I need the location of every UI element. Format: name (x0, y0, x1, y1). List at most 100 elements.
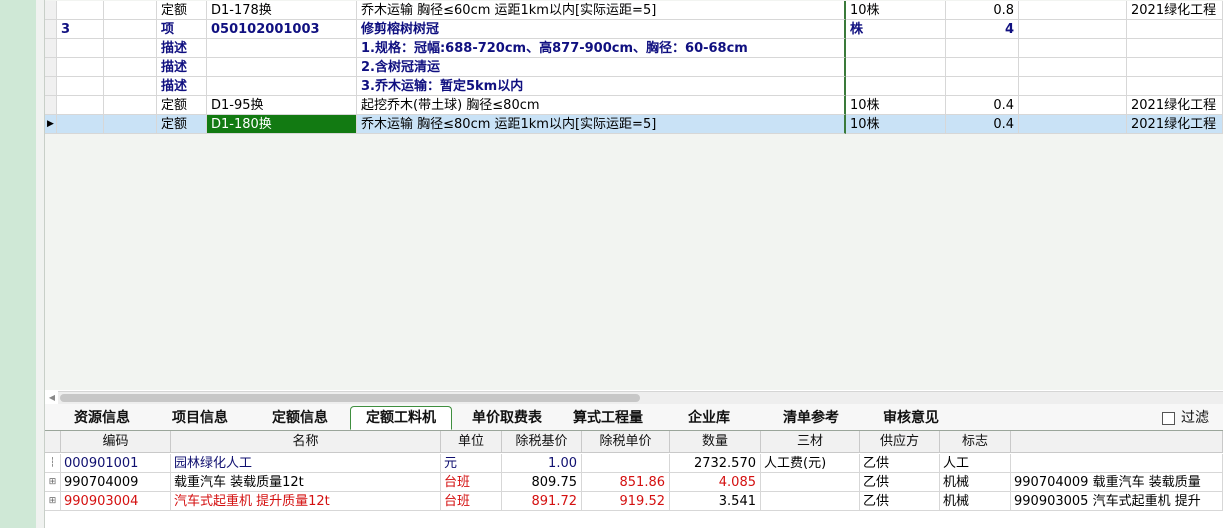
cell-serial[interactable] (57, 39, 104, 58)
cell-serial[interactable] (57, 77, 104, 96)
cell-qty[interactable]: 0.8 (946, 1, 1019, 20)
tab-quota-info[interactable]: 定额信息 (257, 407, 343, 429)
cell-blank[interactable] (1019, 58, 1127, 77)
cell-blank[interactable] (104, 20, 157, 39)
cell-sancai[interactable] (761, 473, 860, 492)
cell-code[interactable] (207, 39, 357, 58)
cell-blank[interactable] (1019, 77, 1127, 96)
cell-blank[interactable] (104, 58, 157, 77)
header-base-price[interactable]: 除税基价 (502, 431, 582, 453)
cell-name[interactable]: 乔木运输 胸径≤60cm 运距1km以内[实际运距=5] (357, 1, 846, 20)
cell-unit[interactable] (846, 39, 946, 58)
cell-name[interactable]: 乔木运输 胸径≤80cm 运距1km以内[实际运距=5] (357, 115, 846, 134)
cell-library[interactable]: 2021绿化工程 (1127, 115, 1223, 134)
cell-unit-price[interactable]: 851.86 (582, 473, 670, 492)
tab-quota-materials[interactable]: 定额工料机 (350, 406, 452, 430)
cell-type[interactable]: 项 (157, 20, 207, 39)
arrow-left-icon[interactable]: ◀ (46, 392, 58, 404)
cell-blank[interactable] (1019, 39, 1127, 58)
cell-unit[interactable]: 元 (441, 454, 502, 473)
cell-code[interactable]: 000901001 (61, 454, 171, 473)
cell-blank[interactable] (1019, 1, 1127, 20)
scrollbar-thumb[interactable] (60, 394, 640, 402)
cell-quantity[interactable]: 3.541 (670, 492, 761, 511)
cell-supplier[interactable]: 乙供 (860, 492, 940, 511)
plus-box-icon[interactable]: ⊞ (45, 473, 61, 492)
cell-name[interactable]: 载重汽车 装载质量12t (171, 473, 441, 492)
cell-name[interactable]: 1.规格：冠幅:688-720cm、高877-900cm、胸径：60-68cm (357, 39, 846, 58)
cell-base-price[interactable]: 1.00 (502, 454, 582, 473)
row-indicator[interactable] (45, 39, 57, 58)
cell-flag[interactable]: 人工 (940, 454, 1011, 473)
cell-code-active[interactable]: D1-180换 (207, 115, 357, 134)
cell-unit[interactable] (846, 77, 946, 96)
cell-unit[interactable]: 台班 (441, 473, 502, 492)
cell-code[interactable]: D1-178换 (207, 1, 357, 20)
cell-type[interactable]: 描述 (157, 58, 207, 77)
tab-resource-info[interactable]: 资源信息 (59, 407, 145, 429)
cell-unit-price[interactable]: 919.52 (582, 492, 670, 511)
cell-code[interactable] (207, 77, 357, 96)
triangle-right-icon[interactable]: ▶ (45, 115, 57, 134)
cell-unit-price[interactable] (582, 454, 670, 473)
tab-project-info[interactable]: 项目信息 (157, 407, 243, 429)
cell-code[interactable]: 050102001003 (207, 20, 357, 39)
cell-blank[interactable] (1019, 96, 1127, 115)
cell-flag[interactable]: 机械 (940, 473, 1011, 492)
row-indicator[interactable] (45, 77, 57, 96)
cell-library[interactable] (1127, 77, 1223, 96)
header-quantity[interactable]: 数量 (670, 431, 761, 453)
cell-type[interactable]: 定额 (157, 96, 207, 115)
cell-unit[interactable]: 台班 (441, 492, 502, 511)
row-indicator[interactable] (45, 96, 57, 115)
cell-name[interactable]: 3.乔木运输：暂定5km以内 (357, 77, 846, 96)
plus-box-icon[interactable]: ⊞ (45, 492, 61, 511)
checkbox-icon[interactable] (1162, 411, 1175, 425)
horizontal-scrollbar[interactable]: ◀ (49, 391, 1223, 404)
tab-list-reference[interactable]: 清单参考 (770, 407, 852, 429)
cell-extra[interactable]: 990903005 汽车式起重机 提升 (1011, 492, 1223, 511)
cell-blank[interactable] (104, 1, 157, 20)
header-name[interactable]: 名称 (171, 431, 441, 453)
cell-unit[interactable]: 10株 (846, 1, 946, 20)
cell-type[interactable]: 描述 (157, 77, 207, 96)
tab-unit-price-fee[interactable]: 单价取费表 (459, 407, 555, 429)
cell-unit[interactable]: 株 (846, 20, 946, 39)
row-indicator[interactable] (45, 58, 57, 77)
cell-code[interactable] (207, 58, 357, 77)
cell-extra[interactable]: 990704009 载重汽车 装载质量 (1011, 473, 1223, 492)
cell-serial[interactable] (57, 58, 104, 77)
cell-code[interactable]: 990704009 (61, 473, 171, 492)
cell-qty[interactable] (946, 58, 1019, 77)
cell-unit[interactable] (846, 58, 946, 77)
cell-blank[interactable] (104, 39, 157, 58)
tab-enterprise-library[interactable]: 企业库 (675, 407, 743, 429)
cell-unit[interactable]: 10株 (846, 115, 946, 134)
row-indicator[interactable] (45, 20, 57, 39)
cell-type[interactable]: 定额 (157, 115, 207, 134)
tab-review-comments[interactable]: 审核意见 (870, 407, 952, 429)
cell-library[interactable] (1127, 58, 1223, 77)
cell-unit[interactable]: 10株 (846, 96, 946, 115)
header-extra[interactable] (1011, 431, 1223, 453)
cell-base-price[interactable]: 809.75 (502, 473, 582, 492)
splitter[interactable] (36, 0, 45, 528)
tab-formula-quantity[interactable]: 算式工程量 (563, 407, 653, 429)
cell-flag[interactable]: 机械 (940, 492, 1011, 511)
row-indicator[interactable] (45, 1, 57, 20)
filter-checkbox[interactable]: 过滤 (1162, 407, 1209, 429)
cell-blank[interactable] (104, 115, 157, 134)
cell-supplier[interactable]: 乙供 (860, 473, 940, 492)
cell-code[interactable]: 990903004 (61, 492, 171, 511)
cell-library[interactable] (1127, 39, 1223, 58)
cell-quantity[interactable]: 2732.570 (670, 454, 761, 473)
cell-base-price[interactable]: 891.72 (502, 492, 582, 511)
header-unit-price[interactable]: 除税单价 (582, 431, 670, 453)
cell-extra[interactable] (1011, 454, 1223, 473)
cell-library[interactable]: 2021绿化工程 (1127, 1, 1223, 20)
header-unit[interactable]: 单位 (441, 431, 502, 453)
cell-qty[interactable]: 0.4 (946, 96, 1019, 115)
header-flag[interactable]: 标志 (940, 431, 1011, 453)
cell-qty[interactable]: 0.4 (946, 115, 1019, 134)
cell-serial[interactable] (57, 96, 104, 115)
